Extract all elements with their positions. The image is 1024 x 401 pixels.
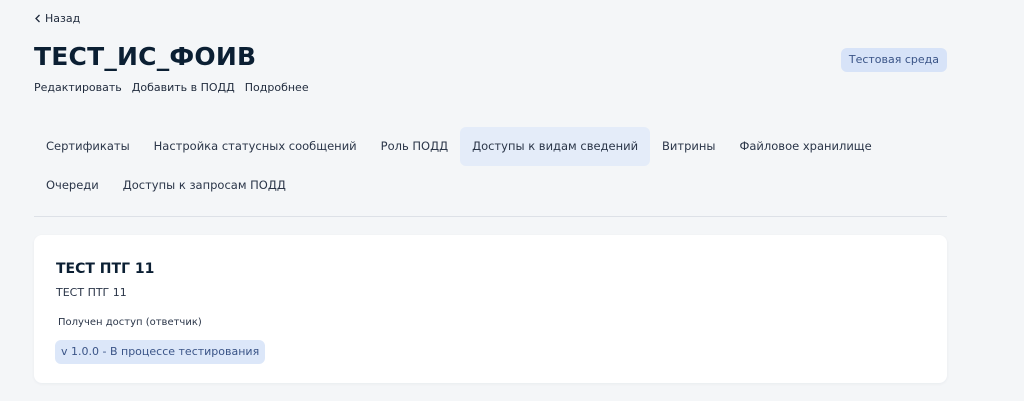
card-subtitle: ТЕСТ ПТГ 11 xyxy=(56,286,127,299)
page-title: ТЕСТ_ИС_ФОИВ xyxy=(34,42,257,71)
tab-podd-role[interactable]: Роль ПОДД xyxy=(369,127,460,166)
card-title: ТЕСТ ПТГ 11 xyxy=(56,261,155,277)
tab-podd-request-access[interactable]: Доступы к запросам ПОДД xyxy=(111,166,298,205)
tab-bar: Сертификаты Настройка статусных сообщени… xyxy=(34,127,947,205)
tab-status-messages[interactable]: Настройка статусных сообщений xyxy=(142,127,369,166)
tab-file-storage[interactable]: Файловое хранилище xyxy=(727,127,883,166)
tab-showcases[interactable]: Витрины xyxy=(650,127,727,166)
add-to-podd-link[interactable]: Добавить в ПОДД xyxy=(132,81,235,94)
access-status-label: Получен доступ (ответчик) xyxy=(58,317,202,328)
chevron-left-icon xyxy=(35,14,40,23)
version-status-badge: v 1.0.0 - В процессе тестирования xyxy=(55,340,266,364)
back-link[interactable]: Назад xyxy=(34,12,80,25)
tab-data-type-access[interactable]: Доступы к видам сведений xyxy=(460,127,651,166)
environment-badge: Тестовая среда xyxy=(840,48,947,72)
tabs-divider xyxy=(34,216,947,217)
tab-certificates[interactable]: Сертификаты xyxy=(34,127,142,166)
header-actions: Редактировать Добавить в ПОДД Подробнее xyxy=(34,81,309,94)
details-link[interactable]: Подробнее xyxy=(245,81,309,94)
edit-link[interactable]: Редактировать xyxy=(34,81,122,94)
access-card: ТЕСТ ПТГ 11 ТЕСТ ПТГ 11 Получен доступ (… xyxy=(34,235,947,383)
back-link-label: Назад xyxy=(45,12,81,25)
tab-queues[interactable]: Очереди xyxy=(34,166,111,205)
